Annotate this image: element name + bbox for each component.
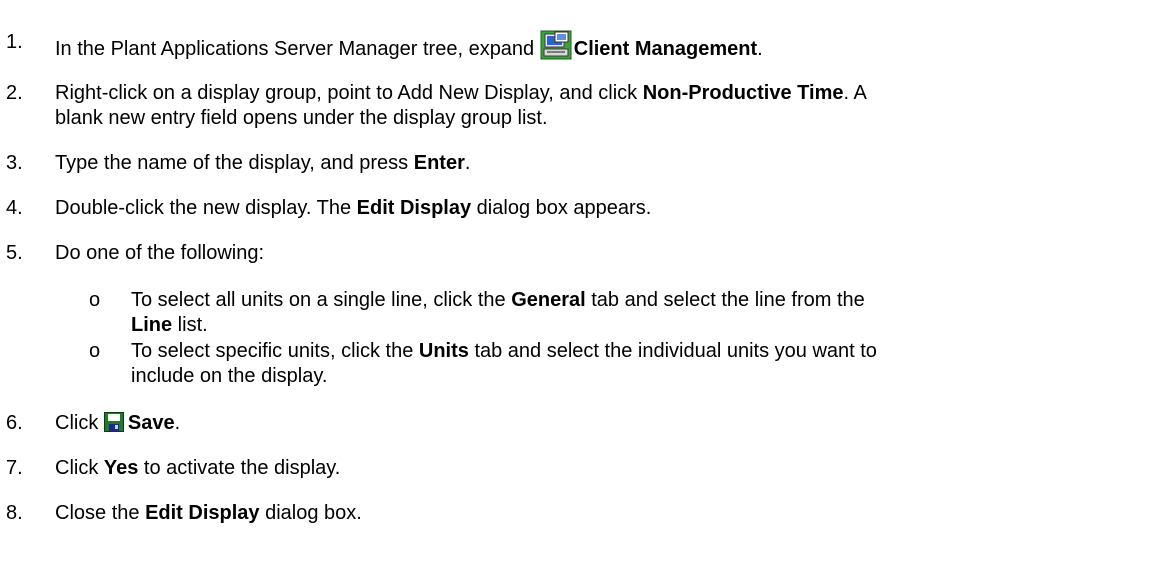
text-run: tab and select the line from the — [585, 289, 865, 311]
text-run: blank new entry field opens under the di… — [55, 107, 548, 129]
text-run: dialog box. — [259, 502, 362, 524]
step-number: 3. — [6, 152, 23, 174]
sub-item-line: include on the display. — [131, 364, 1151, 389]
sub-item-line: To select all units on a single line, cl… — [131, 288, 1151, 313]
text-run: dialog box appears. — [471, 197, 652, 219]
text-run-bold: Enter — [413, 152, 465, 174]
text-run: . A — [843, 82, 867, 104]
step-text: Right-click on a display group, point to… — [55, 81, 1115, 131]
step-text: Click Save. — [55, 411, 1115, 436]
sub-item-line: Line list. — [131, 313, 1151, 338]
text-run: include on the display. — [131, 365, 328, 387]
text-run: list. — [172, 314, 208, 336]
step-line: Right-click on a display group, point to… — [55, 81, 1115, 106]
text-run: . — [464, 152, 471, 174]
text-run-bold: Yes — [103, 457, 139, 479]
text-run-bold: Non-Productive Time — [642, 82, 844, 104]
step-text: Type the name of the display, and press … — [55, 151, 1115, 176]
step-number: 7. — [6, 457, 23, 479]
text-run: Do one of the following: — [55, 242, 265, 264]
text-run: Type the name of the display, and press — [55, 152, 414, 174]
client-management-icon — [540, 30, 572, 60]
text-run: Double-click the new display. The — [55, 197, 357, 219]
step-text: In the Plant Applications Server Manager… — [55, 30, 1115, 62]
step-number: 1. — [6, 31, 23, 53]
step-line: blank new entry field opens under the di… — [55, 106, 1115, 131]
text-run-bold: Line — [131, 314, 173, 336]
sub-item-text: To select all units on a single line, cl… — [131, 288, 1151, 338]
text-run-bold: General — [511, 289, 586, 311]
text-run: Right-click on a display group, point to… — [55, 82, 643, 104]
bullet-marker: o — [89, 289, 101, 311]
text-run: to activate the display. — [138, 457, 341, 479]
text-run-bold: Units — [418, 340, 469, 362]
step-text: Double-click the new display. The Edit D… — [55, 196, 1115, 221]
text-run: . — [757, 38, 763, 60]
step-number: 2. — [6, 82, 23, 104]
sub-item-line: To select specific units, click the Unit… — [131, 339, 1151, 364]
bullet-marker: o — [89, 340, 101, 362]
step-number: 8. — [6, 502, 23, 524]
step-text: Click Yes to activate the display. — [55, 456, 1115, 481]
text-run: Click — [55, 412, 104, 434]
text-run: Close the — [55, 502, 146, 524]
text-run-bold: Save — [127, 412, 175, 434]
step-line: Close the Edit Display dialog box. — [55, 501, 1115, 526]
text-run-bold: Edit Display — [145, 502, 260, 524]
step-number: 5. — [6, 242, 23, 264]
save-icon — [103, 412, 124, 432]
step-number: 6. — [6, 412, 23, 434]
text-run-bold: Edit Display — [356, 197, 472, 219]
step-number: 4. — [6, 197, 23, 219]
text-run: To select specific units, click the — [131, 340, 419, 362]
step-text: Close the Edit Display dialog box. — [55, 501, 1115, 526]
text-run: tab and select the individual units you … — [468, 340, 877, 362]
step-line: Type the name of the display, and press … — [55, 151, 1115, 176]
text-run: To select all units on a single line, cl… — [131, 289, 512, 311]
text-run: . — [174, 412, 181, 434]
step-line: Click Save. — [55, 411, 1115, 436]
text-run-bold: Client Management — [573, 38, 758, 60]
step-line: In the Plant Applications Server Manager… — [55, 30, 1115, 62]
step-line: Click Yes to activate the display. — [55, 456, 1115, 481]
text-run: Click — [55, 457, 104, 479]
step-line: Double-click the new display. The Edit D… — [55, 196, 1115, 221]
sub-item-text: To select specific units, click the Unit… — [131, 339, 1151, 389]
step-line: Do one of the following: — [55, 241, 1115, 266]
step-text: Do one of the following: — [55, 241, 1115, 266]
text-run: In the Plant Applications Server Manager… — [55, 38, 540, 60]
